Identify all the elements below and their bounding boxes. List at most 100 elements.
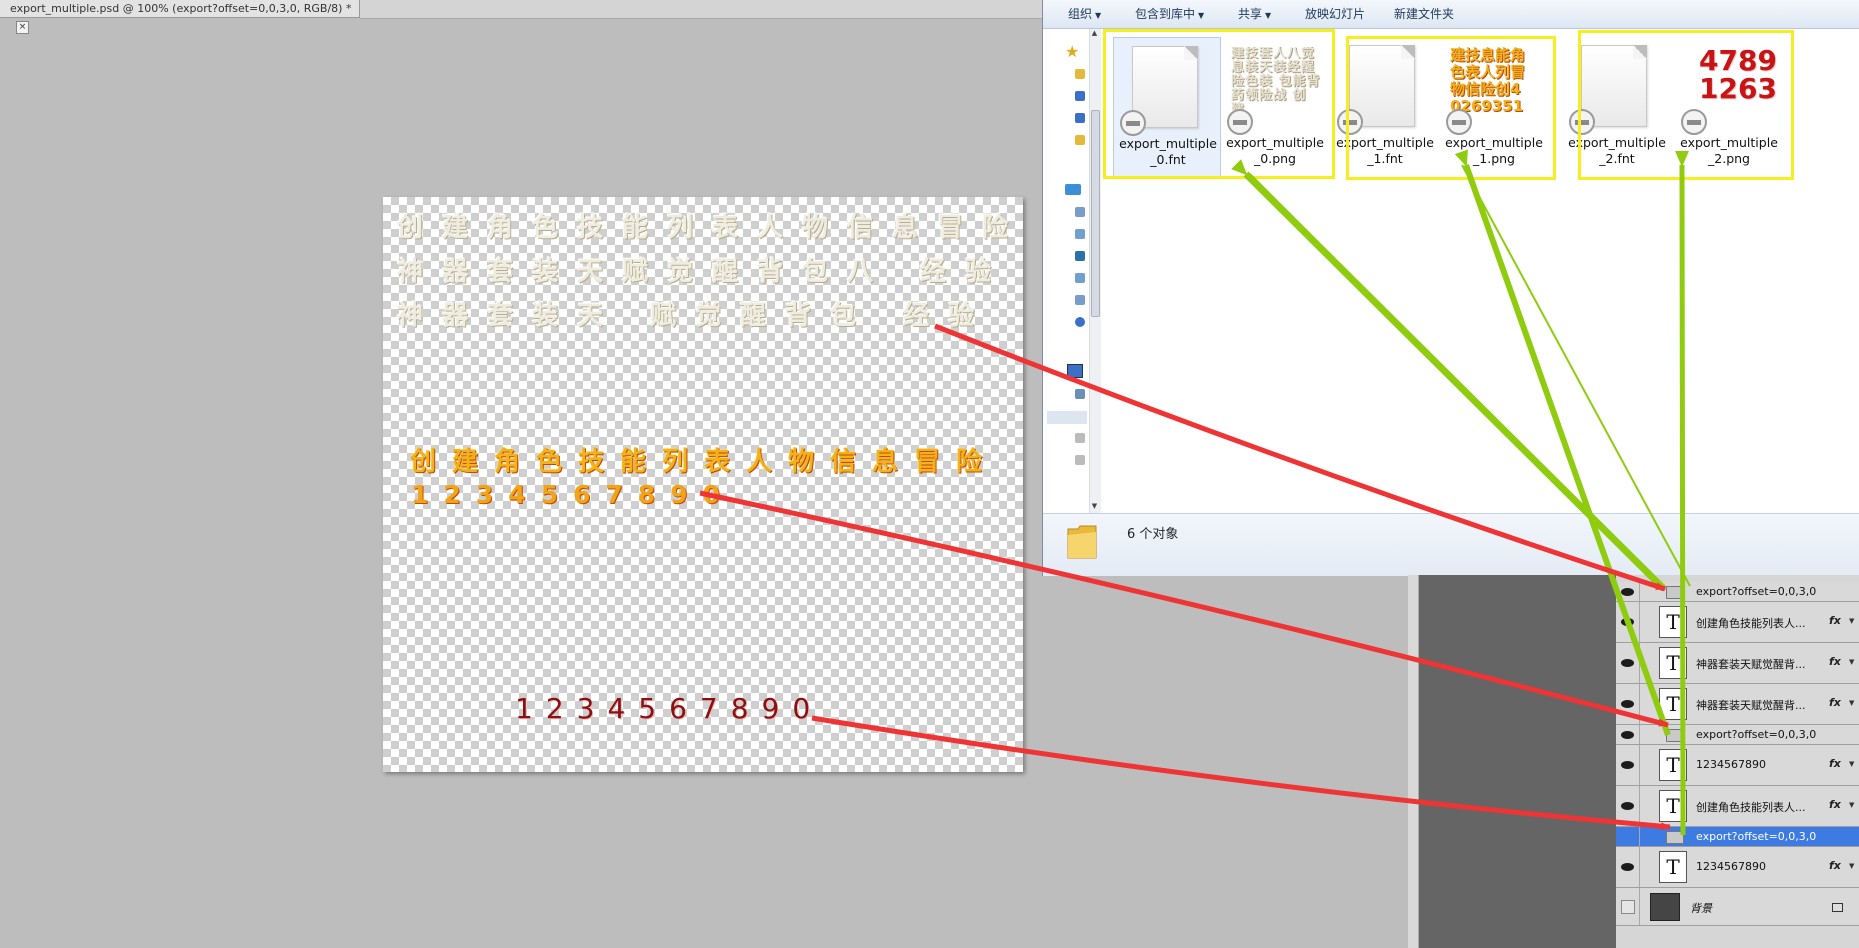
file-list[interactable]: export_multiple _0.fnt 建技套人八觉 息装天装经醒 险色装… — [1101, 29, 1859, 513]
explorer-window: 组织 ▼ 包含到库中 ▼ 共享 ▼ 放映幻灯片 新建文件夹 ★ ▲ ▼ export_… — [1042, 0, 1859, 576]
visibility-toggle[interactable] — [1621, 900, 1635, 914]
text-layer-icon: T — [1659, 606, 1687, 638]
drive-icon[interactable] — [1075, 455, 1085, 465]
folder-icon — [1666, 586, 1684, 599]
organize-menu[interactable]: 组织 ▼ — [1068, 0, 1101, 28]
layer-name: export?offset=0,0,3,0 — [1696, 728, 1817, 741]
layer-effects-icon[interactable]: fx — [1829, 859, 1841, 872]
eye-icon[interactable] — [1621, 700, 1634, 708]
canvas-text-ghost-3: 神器套装天 赋觉醒背包 经验 — [397, 301, 994, 331]
favorites-star-icon[interactable]: ★ — [1065, 42, 1079, 61]
eye-icon[interactable] — [1621, 802, 1634, 810]
recent-places-icon[interactable] — [1075, 113, 1085, 123]
chevron-down-icon[interactable]: ▼ — [1849, 617, 1854, 625]
eye-icon[interactable] — [1621, 618, 1634, 626]
folder-icon[interactable] — [1075, 135, 1085, 145]
layer-effects-icon[interactable]: fx — [1829, 798, 1841, 811]
chevron-down-icon: ▼ — [1198, 11, 1205, 20]
homegroup-icon[interactable] — [1075, 317, 1085, 327]
panel-background — [1408, 575, 1616, 948]
chevron-down-icon[interactable]: ▼ — [1849, 760, 1854, 768]
text-layer-icon: T — [1659, 749, 1687, 781]
downloads-icon[interactable] — [1075, 295, 1085, 305]
eye-icon[interactable] — [1621, 863, 1634, 871]
include-in-library-menu[interactable]: 包含到库中 ▼ — [1135, 0, 1204, 28]
folder-icon — [1666, 729, 1684, 742]
layer-effects-icon[interactable]: fx — [1829, 655, 1841, 668]
highlight-box-set-2 — [1578, 30, 1794, 180]
layer-name: 神器套装天赋觉醒背... — [1696, 699, 1806, 712]
document-canvas[interactable]: 创建角色技能列表人物信息冒险 神器套装天赋觉醒背包八 经验 神器套装天 赋觉醒背… — [383, 197, 1023, 772]
chevron-down-icon[interactable]: ▼ — [1849, 658, 1854, 666]
canvas-text-ghost-2: 神器套装天赋觉醒背包八 经验 — [397, 257, 1011, 287]
document-tab-title: export_multiple.psd @ 100% (export?offse… — [10, 2, 352, 15]
explorer-toolbar: 组织 ▼ 包含到库中 ▼ 共享 ▼ 放映幻灯片 新建文件夹 — [1043, 0, 1859, 29]
chevron-down-icon: ▼ — [1265, 11, 1272, 20]
layer-name: 背景 — [1690, 902, 1712, 915]
layer-text-row[interactable]: T 神器套装天赋觉醒背... fx ▼ — [1616, 643, 1859, 684]
layer-text-row[interactable]: T 神器套装天赋觉醒背... fx ▼ — [1616, 684, 1859, 725]
layer-name: 创建角色技能列表人... — [1696, 617, 1806, 630]
canvas-text-red-digits: 1234567890 — [515, 692, 824, 725]
drive-icon[interactable] — [1075, 389, 1085, 399]
eye-icon[interactable] — [1621, 659, 1634, 667]
highlight-box-set-0 — [1103, 29, 1335, 179]
folder-icon — [1067, 525, 1097, 559]
pictures-icon[interactable] — [1075, 251, 1085, 261]
text-layer-icon: T — [1659, 688, 1687, 720]
chevron-down-icon: ▼ — [1095, 11, 1102, 20]
music-icon[interactable] — [1075, 229, 1085, 239]
eye-icon[interactable] — [1621, 588, 1634, 596]
layer-name: 创建角色技能列表人... — [1696, 801, 1806, 814]
videos-icon[interactable] — [1075, 273, 1085, 283]
document-tab[interactable]: export_multiple.psd @ 100% (export?offse… — [0, 0, 360, 34]
close-tab-icon[interactable]: × — [16, 20, 29, 34]
chevron-down-icon[interactable]: ▼ — [1849, 699, 1854, 707]
layer-name: export?offset=0,0,3,0 — [1696, 830, 1817, 843]
libraries-icon[interactable] — [1065, 184, 1081, 195]
navigation-scrollbar-thumb[interactable] — [1091, 110, 1100, 317]
share-menu[interactable]: 共享 ▼ — [1238, 0, 1271, 28]
vertical-scrollbar[interactable] — [1408, 575, 1419, 948]
layer-background-row[interactable]: 背景 — [1616, 888, 1859, 926]
text-layer-icon: T — [1659, 790, 1687, 822]
layer-group-row[interactable]: export?offset=0,0,3,0 — [1616, 725, 1859, 745]
scroll-down-icon[interactable]: ▼ — [1089, 502, 1100, 510]
nav-hover-highlight — [1047, 411, 1087, 424]
highlight-box-set-1 — [1346, 36, 1556, 180]
tab-strip — [360, 0, 1042, 19]
canvas-text-gold-chars: 创建角色技能列表人物信息冒险 — [410, 447, 999, 477]
folder-icon[interactable] — [1075, 69, 1085, 79]
layers-panel[interactable]: export?offset=0,0,3,0 T 创建角色技能列表人... fx … — [1616, 575, 1859, 948]
layer-text-row[interactable]: T 创建角色技能列表人... fx ▼ — [1616, 602, 1859, 643]
documents-icon[interactable] — [1075, 207, 1085, 217]
folder-icon — [1666, 831, 1684, 844]
layer-text-row[interactable]: T 1234567890 fx ▼ — [1616, 847, 1859, 888]
scroll-up-icon[interactable]: ▲ — [1089, 29, 1100, 37]
chevron-down-icon[interactable]: ▼ — [1849, 801, 1854, 809]
canvas-text-ghost-1: 创建角色技能列表人物信息冒险 — [397, 213, 1028, 243]
canvas-text-gold-digits: 1234567890 — [411, 480, 735, 509]
computer-icon[interactable] — [1067, 364, 1083, 378]
layer-name: 神器套装天赋觉醒背... — [1696, 658, 1806, 671]
layer-effects-icon[interactable]: fx — [1829, 757, 1841, 770]
text-layer-icon: T — [1659, 647, 1687, 679]
desktop-icon[interactable] — [1075, 91, 1085, 101]
layer-group-row-selected[interactable]: export?offset=0,0,3,0 — [1616, 827, 1859, 847]
drive-icon[interactable] — [1075, 433, 1085, 443]
layer-group-row[interactable]: export?offset=0,0,3,0 — [1616, 582, 1859, 602]
eye-icon[interactable] — [1621, 731, 1634, 739]
status-item-count: 6 个对象 — [1127, 527, 1179, 542]
layer-name: 1234567890 — [1696, 860, 1766, 873]
layer-effects-icon[interactable]: fx — [1829, 696, 1841, 709]
new-folder-button[interactable]: 新建文件夹 — [1394, 0, 1454, 28]
layer-effects-icon[interactable]: fx — [1829, 614, 1841, 627]
layer-name: export?offset=0,0,3,0 — [1696, 585, 1817, 598]
layer-text-row[interactable]: T 1234567890 fx ▼ — [1616, 745, 1859, 786]
layer-name: 1234567890 — [1696, 758, 1766, 771]
lock-icon — [1832, 903, 1843, 912]
eye-icon[interactable] — [1621, 761, 1634, 769]
chevron-down-icon[interactable]: ▼ — [1849, 862, 1854, 870]
layer-text-row[interactable]: T 创建角色技能列表人... fx ▼ — [1616, 786, 1859, 827]
slideshow-button[interactable]: 放映幻灯片 — [1305, 0, 1365, 28]
